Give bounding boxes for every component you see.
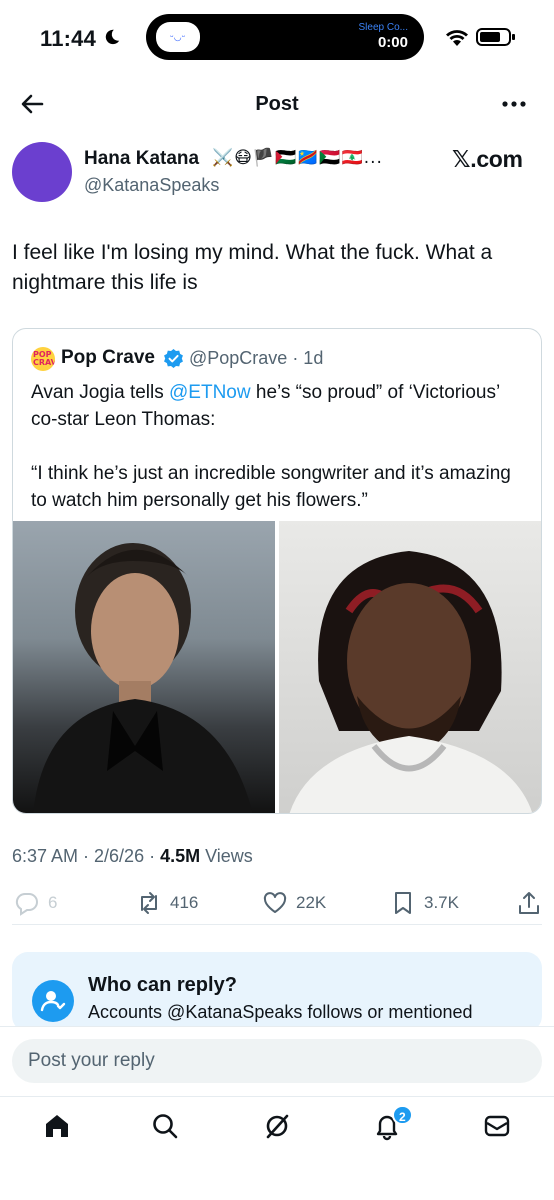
envelope-icon [484,1115,510,1137]
more-options-icon[interactable] [500,92,528,116]
bookmark-icon [395,892,411,914]
bookmark-count: 3.7K [424,893,459,912]
post-text: I feel like I'm losing my mind. What the… [12,241,493,294]
mention-link[interactable]: @ETNow [169,382,251,403]
quoted-post[interactable]: POP CRAVE Pop Crave @PopCrave · 1d Avan … [12,328,542,814]
reply-bar [0,1026,554,1096]
quote-statement: “I think he’s just an incredible songwri… [31,463,511,511]
source-badge: 𝕏.com [452,146,523,172]
sleep-face-icon: ᵕ◡ᵕ [170,33,186,43]
person-portrait-left [33,543,253,813]
post-actions: 6 416 22K 3.7K [0,882,554,924]
live-activity-label: Sleep Co... [358,22,408,33]
author-handle[interactable]: @KatanaSpeaks [84,175,219,196]
share-button[interactable] [516,888,550,918]
top-nav: Post [0,80,554,130]
bottom-tab-bar: 2 [0,1096,554,1200]
page-title: Post [255,93,299,115]
home-icon [46,1115,68,1137]
status-bar: 11:44 ᵕ◡ᵕ Sleep Co... 0:00 [0,0,554,80]
repost-icon [141,892,157,914]
views-label: Views [200,846,253,866]
who-can-reply-description: Accounts @KatanaSpeaks follows or mentio… [88,1002,473,1022]
quote-text: Avan Jogia tells @ETNow he’s “so proud” … [31,379,531,514]
tab-search[interactable] [150,1111,182,1143]
quote-text-start: Avan Jogia tells [31,382,170,403]
dynamic-island[interactable]: ᵕ◡ᵕ Sleep Co... 0:00 [146,14,424,60]
verified-badge-icon [164,348,183,369]
tab-grok[interactable] [262,1111,294,1143]
wifi-icon [446,30,468,46]
live-activity-timer: 0:00 [377,34,408,51]
post-timestamp: 6:37 AM · 2/6/26 · [12,846,161,866]
quote-author-name: Pop Crave [61,347,155,368]
photo-right[interactable] [279,521,541,813]
post-metadata: 6:37 AM · 2/6/26 · 4.5M Views [12,846,253,867]
reply-icon [15,892,38,916]
grok-icon [266,1114,289,1139]
like-count: 22K [296,893,327,912]
sleep-app-icon: ᵕ◡ᵕ [156,22,200,52]
notification-badge: 2 [392,1105,413,1125]
bookmark-button[interactable]: 3.7K [390,888,459,918]
mention-user-icon [32,980,74,1022]
tab-home[interactable] [42,1111,74,1143]
repost-count: 416 [170,893,199,912]
author-name[interactable]: Hana Katana [84,148,199,170]
author-avatar[interactable] [12,142,72,202]
share-icon [519,892,539,914]
quote-avatar-logo: POP CRAVE [33,350,55,367]
reply-input[interactable] [12,1039,542,1083]
heart-icon [263,892,287,913]
search-icon [153,1114,178,1139]
like-button[interactable]: 22K [262,888,326,918]
views-count[interactable]: 4.5M [160,846,200,866]
author-name-emoji: ⚔️😷🏴🇵🇸🇨🇩🇸🇩🇱🇧... [212,148,383,168]
reply-button[interactable]: 6 [14,888,57,918]
quote-media[interactable] [13,521,541,813]
who-can-reply-card: Who can reply? Accounts @KatanaSpeaks fo… [12,952,542,1032]
person-portrait-right [289,551,533,813]
who-can-reply-title: Who can reply? [88,974,237,996]
photo-left[interactable] [13,521,275,813]
moon-icon [105,29,120,45]
divider [12,924,542,925]
battery-icon [476,28,515,46]
repost-button[interactable]: 416 [136,888,198,918]
status-time: 11:44 [40,26,97,51]
tab-messages[interactable] [482,1111,514,1143]
quote-handle-time: @PopCrave · 1d [189,348,324,368]
quote-author-avatar: POP CRAVE [31,347,55,371]
reply-count: 6 [48,893,58,912]
